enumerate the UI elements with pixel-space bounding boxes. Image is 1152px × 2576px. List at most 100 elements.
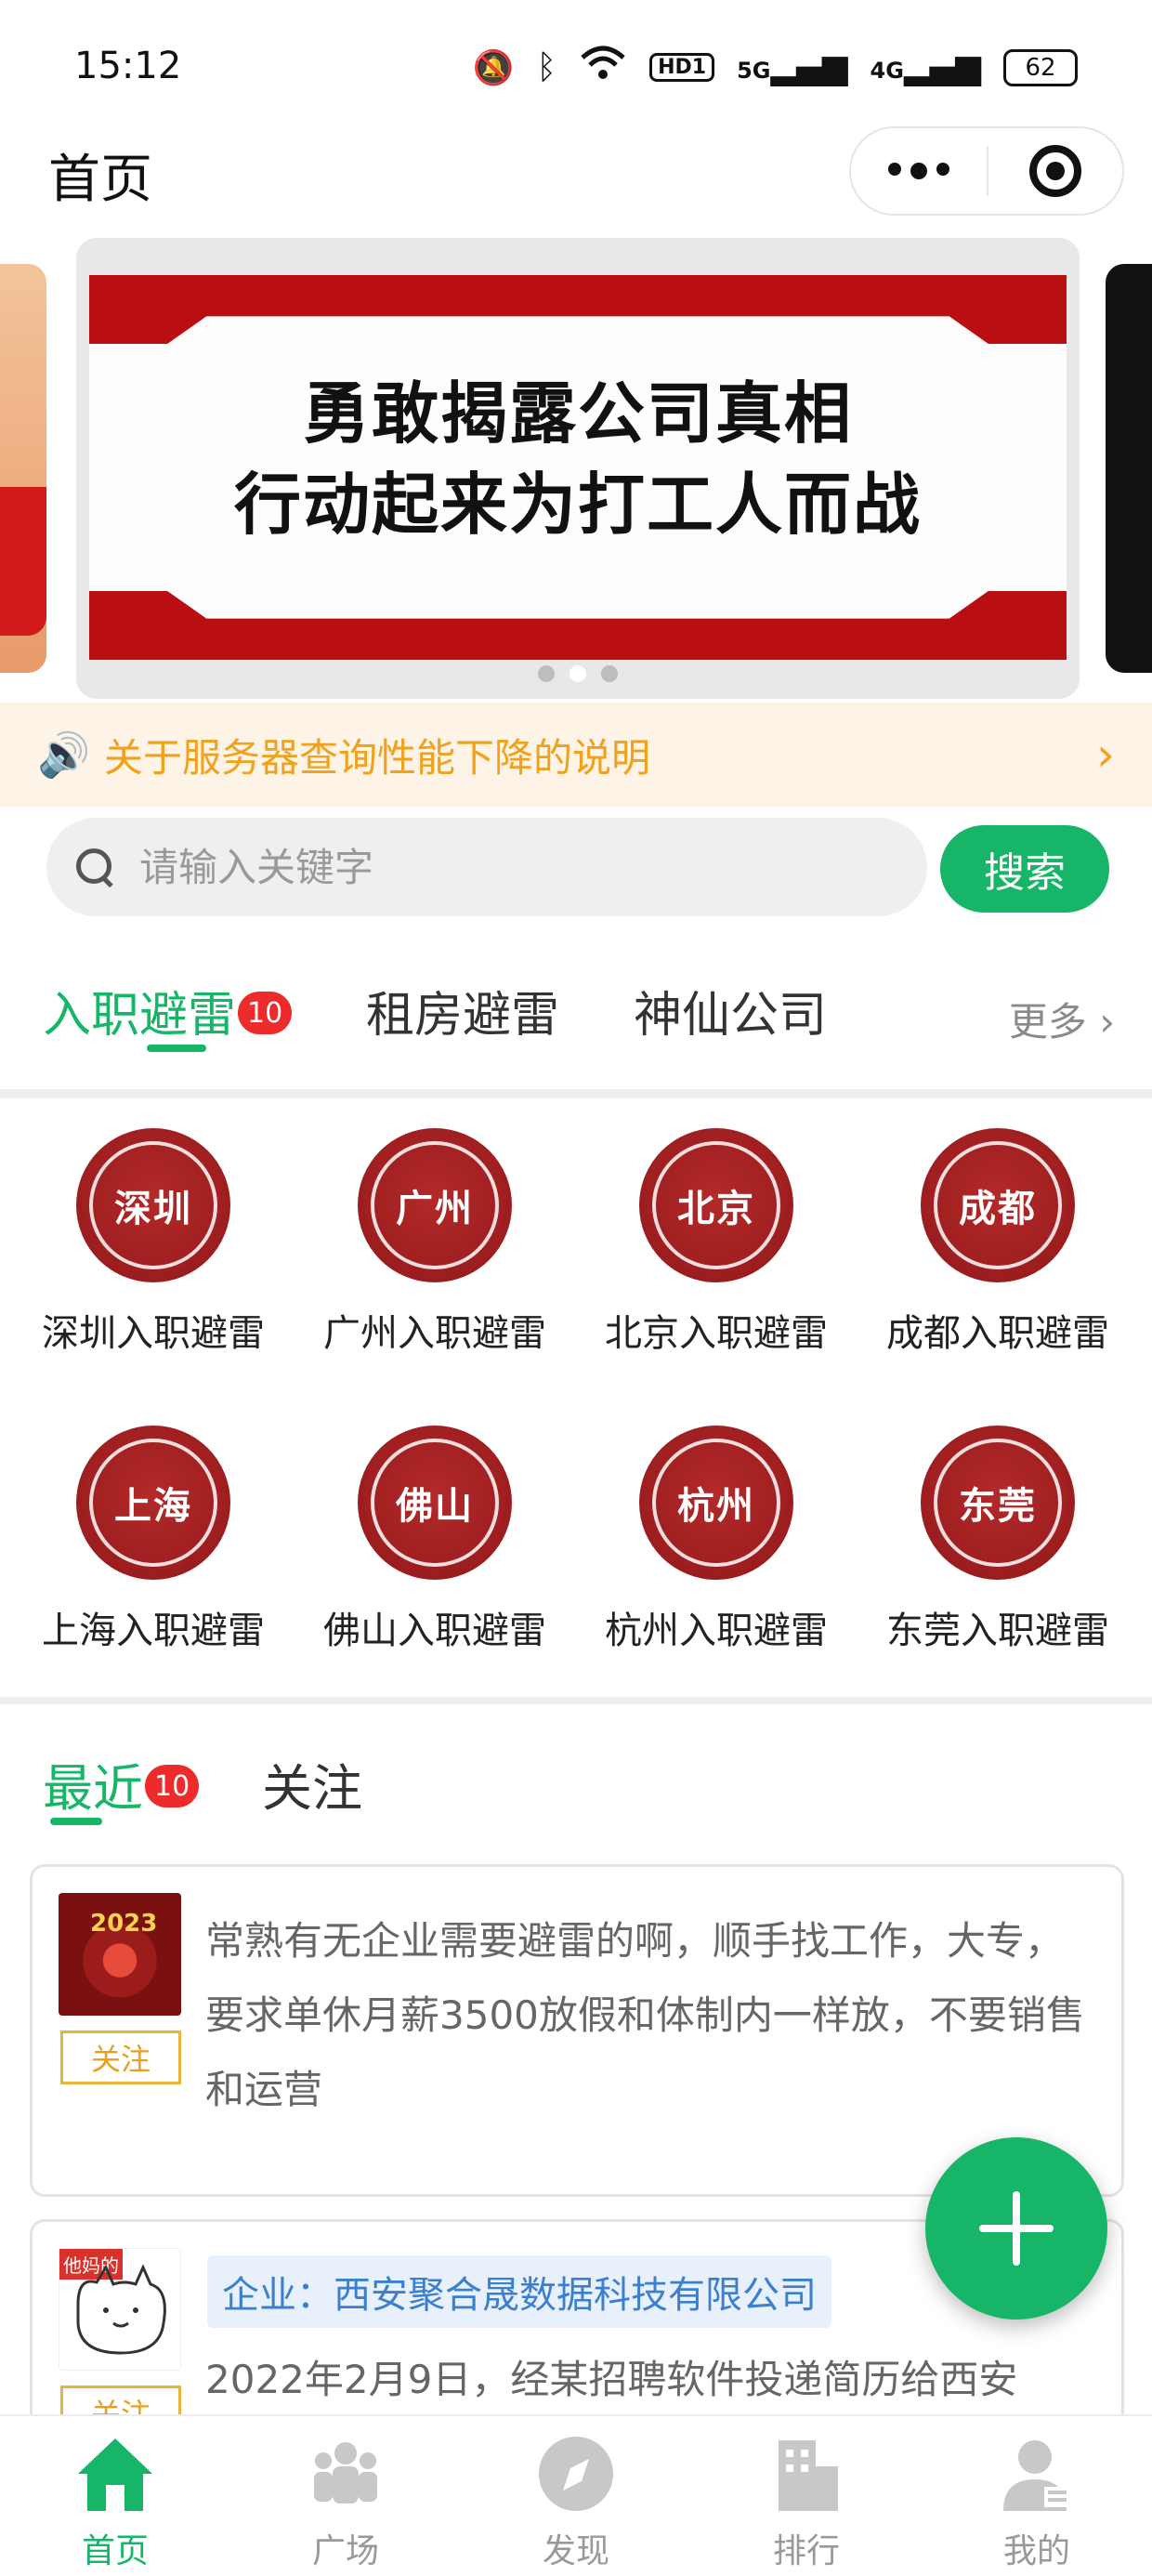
city-item-chengdu[interactable]: 成都 成都入职避雷 [858,1128,1137,1357]
city-label: 北京入职避雷 [605,1312,828,1355]
tab-badge: 10 [145,1765,200,1808]
battery-icon: 62 [1003,48,1078,86]
city-seal-icon: 上海 [76,1426,230,1580]
section-divider [0,1089,1152,1098]
section-divider [0,1697,1152,1704]
post-text: 2022年2月9日，经某招聘软件投递简历给西安 [205,2357,1018,2402]
wifi-icon [579,45,627,90]
tab-label: 租房避雷 [366,988,560,1044]
city-seal-icon: 佛山 [358,1426,512,1580]
city-label: 成都入职避雷 [886,1312,1109,1355]
tab-active-indicator [50,1818,102,1825]
page-title: 首页 [48,150,152,210]
create-post-button[interactable] [925,2137,1107,2320]
carousel-dot[interactable] [601,665,618,682]
city-label: 东莞入职避雷 [886,1610,1109,1652]
tab-label: 神仙公司 [634,988,828,1044]
banner-line-1: 勇敢揭露公司真相 [302,375,853,453]
city-seal-icon: 成都 [921,1128,1075,1282]
banner-red-band-top [89,275,1067,344]
building-icon [779,2440,838,2511]
banner-carousel[interactable]: 勇敢揭露公司真相 行动起来为打工人而战 [0,238,1152,703]
mute-icon: 🔕 [472,48,515,87]
nav-discover[interactable]: 发现 [461,2416,691,2576]
nav-ranking[interactable]: 排行 [691,2416,922,2576]
banner-next-peek [1106,264,1152,673]
city-item-foshan[interactable]: 佛山 佛山入职避雷 [295,1426,574,1654]
banner-line-2: 行动起来为打工人而战 [233,466,922,544]
post-card[interactable]: 2023 关注 常熟有无企业需要避雷的啊，顺手找工作，大专，要求单休月薪3500… [30,1864,1124,2197]
city-label: 深圳入职避雷 [42,1312,265,1355]
status-time: 15:12 [74,45,182,87]
more-link[interactable]: 更多 › [1009,991,1115,1047]
banner-prev-peek [0,264,46,673]
company-tag[interactable]: 企业：西安聚合晟数据科技有限公司 [207,2255,831,2328]
more-menu-icon[interactable] [851,163,987,179]
user-icon [1003,2440,1070,2511]
tab-active-indicator [147,1045,206,1052]
category-tabs: 入职避雷 10 租房避雷 神仙公司 [0,957,1152,1078]
speaker-icon: 🔊 [37,729,91,780]
tab-rental-warning[interactable]: 租房避雷 [366,976,559,1045]
banner-slide[interactable]: 勇敢揭露公司真相 行动起来为打工人而战 [76,238,1080,699]
nav-mine[interactable]: 我的 [922,2416,1152,2576]
city-label: 上海入职避雷 [42,1610,265,1652]
tab-great-companies[interactable]: 神仙公司 [634,976,827,1045]
carousel-dot[interactable] [538,665,555,682]
city-label: 佛山入职避雷 [323,1610,546,1652]
bluetooth-icon: ᛒ [536,48,557,86]
city-item-shanghai[interactable]: 上海 上海入职避雷 [14,1426,293,1654]
avatar[interactable]: 他妈的 [59,2248,181,2371]
mini-program-capsule [849,126,1124,216]
city-item-dongguan[interactable]: 东莞 东莞入职避雷 [858,1426,1137,1654]
tab-label: 关注 [262,1759,362,1818]
follow-button[interactable]: 关注 [60,2031,181,2084]
nav-label: 首页 [81,2532,149,2570]
city-seal-icon: 杭州 [639,1426,793,1580]
nav-label: 排行 [772,2532,840,2570]
home-icon [78,2438,152,2511]
city-item-shenzhen[interactable]: 深圳 深圳入职避雷 [14,1128,293,1357]
city-seal-icon: 东莞 [921,1426,1075,1580]
chevron-right-icon: › [1099,999,1115,1045]
cat-doodle-icon [76,2264,166,2355]
tab-onboarding-warning[interactable]: 入职避雷 10 [43,976,293,1045]
close-miniprogram-button[interactable] [988,145,1122,197]
city-seal-icon: 广州 [358,1128,512,1282]
search-button[interactable]: 搜索 [940,825,1109,913]
plus-icon [979,2191,1054,2266]
post-text: 常熟有无企业需要避雷的啊，顺手找工作，大专，要求单休月薪3500放假和体制内一样… [205,1918,1085,2112]
search-input[interactable] [139,844,901,890]
nav-home[interactable]: 首页 [0,2416,230,2576]
banner-poster: 勇敢揭露公司真相 行动起来为打工人而战 [89,275,1067,660]
nav-label: 广场 [311,2532,379,2570]
city-label: 广州入职避雷 [323,1312,546,1355]
tab-following[interactable]: 关注 [262,1747,362,1820]
chevron-right-icon: › [1096,728,1115,782]
avatar-text: 2023 [90,1910,158,1938]
avatar[interactable]: 2023 [59,1893,181,2016]
nav-label: 我的 [1002,2532,1070,2570]
compass-icon [539,2437,613,2511]
city-item-beijing[interactable]: 北京 北京入职避雷 [577,1128,856,1357]
carousel-dot-active[interactable] [569,665,586,682]
banner-headline: 勇敢揭露公司真相 行动起来为打工人而战 [89,368,1067,550]
city-item-guangzhou[interactable]: 广州 广州入职避雷 [295,1128,574,1357]
signal-4g-icon: 4G▂▄▆ [870,48,981,86]
search-icon [74,847,115,887]
tab-recent[interactable]: 最近 10 [43,1747,200,1820]
city-item-hangzhou[interactable]: 杭州 杭州入职避雷 [577,1426,856,1654]
search-box [46,818,927,916]
banner-red-band-bottom [89,591,1067,660]
city-label: 杭州入职避雷 [605,1610,828,1652]
tab-label: 入职避雷 [43,988,237,1044]
notice-bar[interactable]: 🔊 关于服务器查询性能下降的说明 › [0,703,1152,807]
bottom-nav: 首页 广场 发现 排行 我的 [0,2414,1152,2576]
tab-badge: 10 [238,992,293,1034]
carousel-dots [76,665,1080,682]
tab-label: 最近 [43,1759,143,1818]
nav-square[interactable]: 广场 [230,2416,461,2576]
people-icon [314,2442,377,2504]
city-seal-icon: 北京 [639,1128,793,1282]
more-label: 更多 [1008,999,1087,1045]
